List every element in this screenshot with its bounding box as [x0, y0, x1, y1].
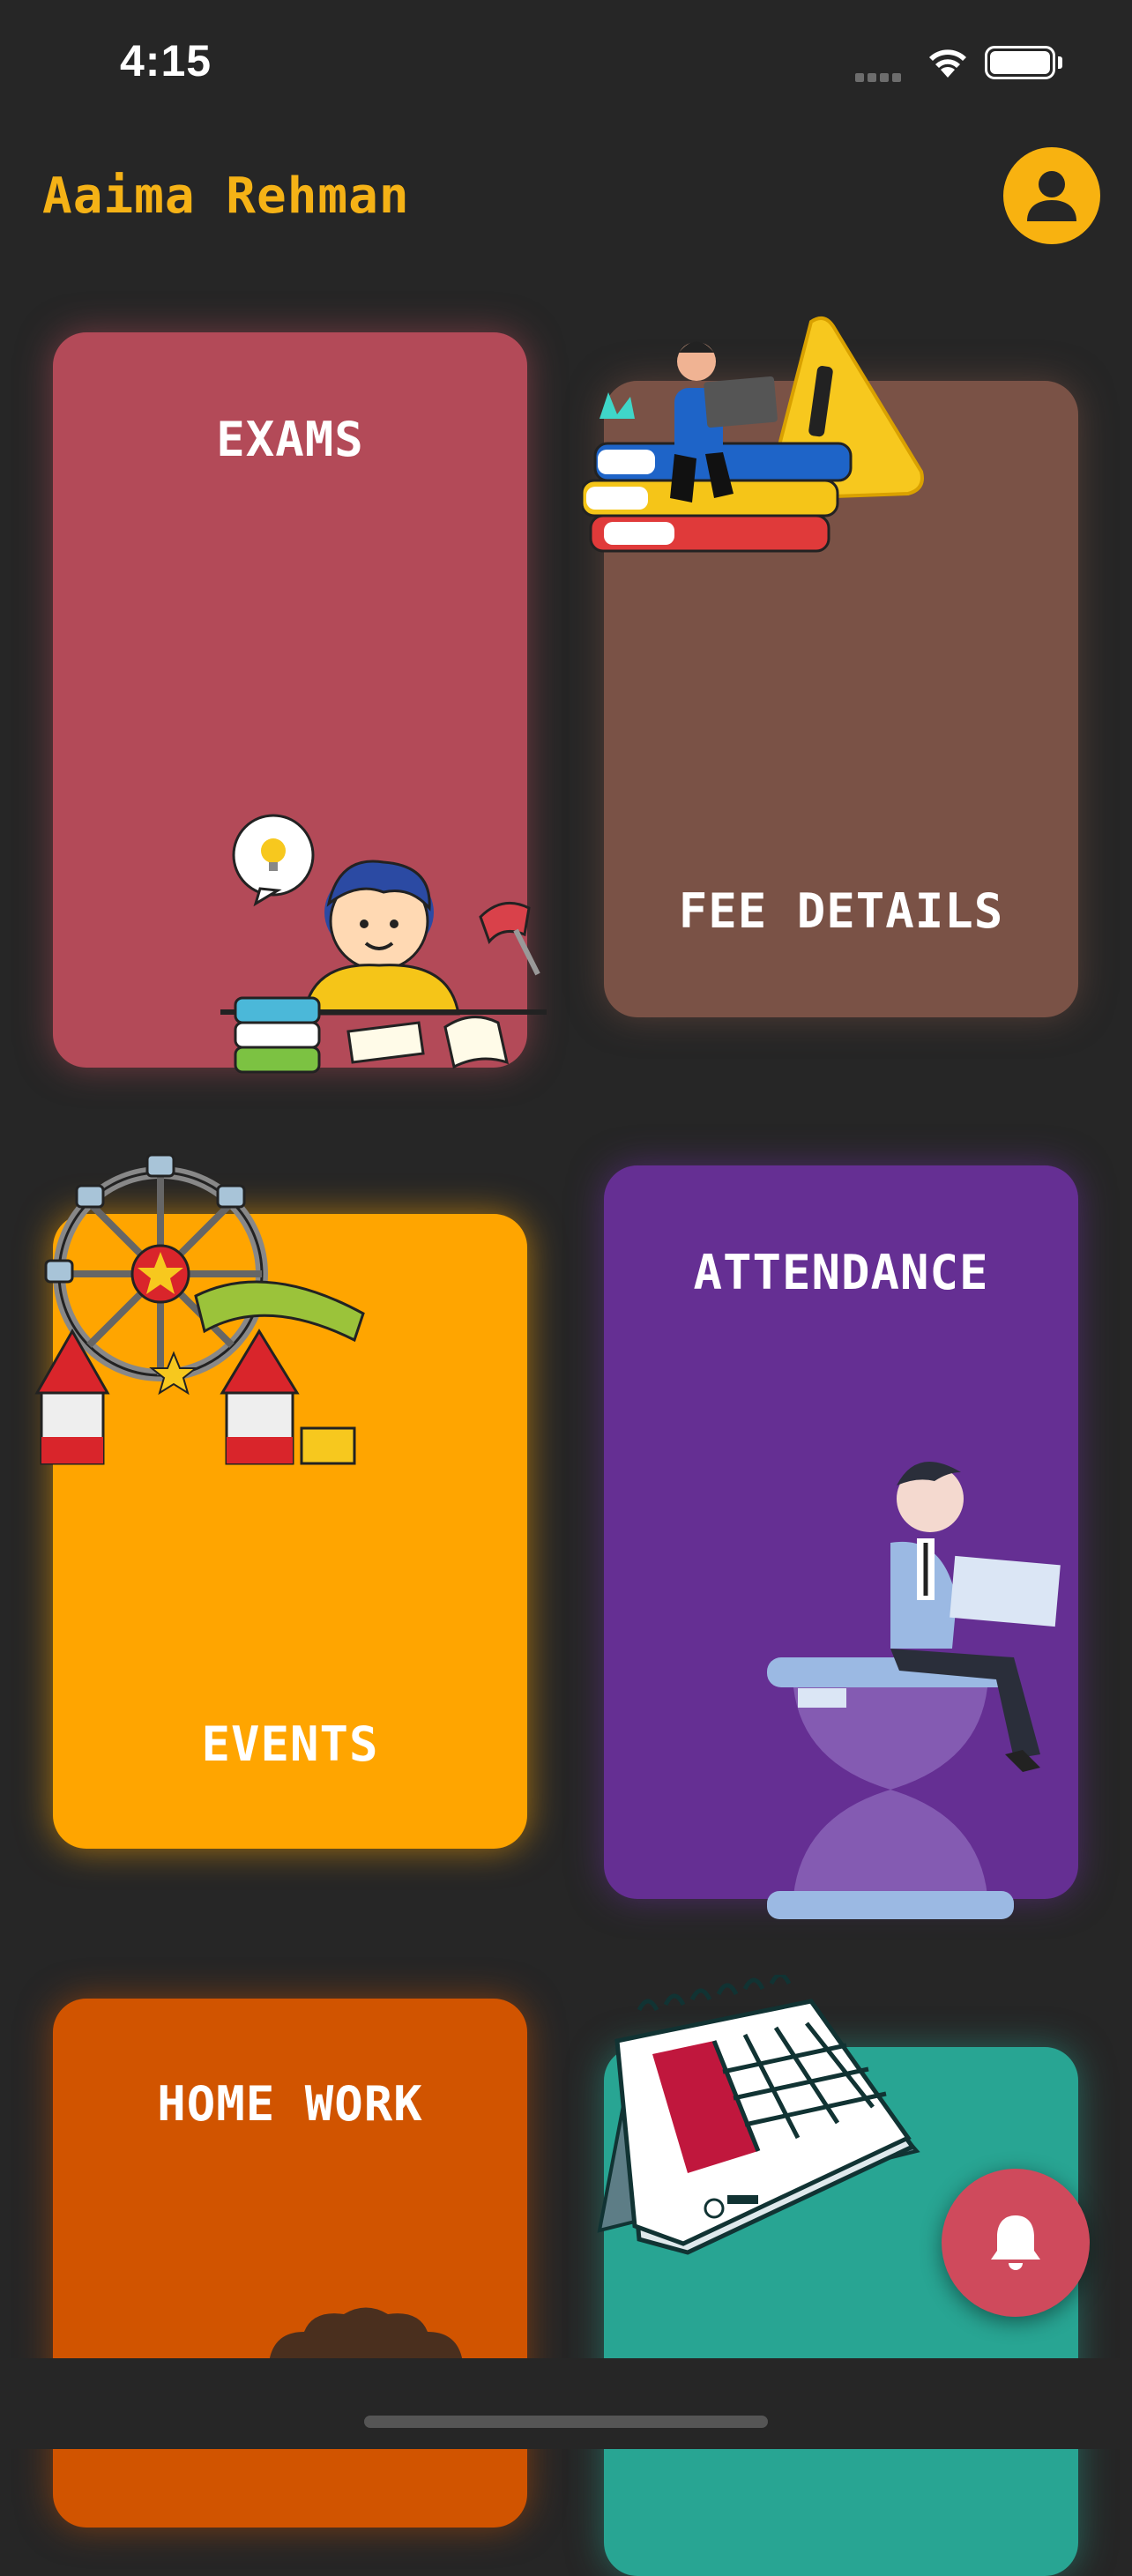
- status-bar: 4:15: [0, 0, 1132, 132]
- student-studying-illustration: [220, 814, 547, 1074]
- man-on-hourglass-illustration: [767, 1462, 1061, 1919]
- home-indicator[interactable]: [364, 2416, 768, 2428]
- home-work-label: HOME WORK: [157, 2076, 423, 2132]
- bottom-safe-area: [0, 2358, 1132, 2449]
- bell-icon: [991, 2215, 1040, 2270]
- desk-calendar-illustration: [597, 1975, 920, 2255]
- battery-icon: [985, 46, 1055, 79]
- exams-label: EXAMS: [216, 412, 364, 467]
- user-name: Aaima Rehman: [42, 168, 410, 225]
- events-label: EVENTS: [201, 1716, 379, 1772]
- homework-illustration-top: [269, 2307, 463, 2363]
- status-time: 4:15: [120, 36, 212, 86]
- fee-details-label: FEE DETAILS: [678, 883, 1004, 939]
- battery-nub: [1058, 56, 1062, 69]
- person-icon: [1027, 171, 1076, 221]
- warning-books-illustration: [582, 316, 924, 553]
- attendance-label: ATTENDANCE: [693, 1245, 989, 1300]
- wifi-icon: [929, 49, 966, 78]
- notifications-button[interactable]: [942, 2169, 1090, 2317]
- ferris-wheel-carnival-illustration: [34, 1153, 365, 1465]
- profile-button[interactable]: [1003, 147, 1100, 244]
- cellular-signal-icon: [855, 69, 910, 82]
